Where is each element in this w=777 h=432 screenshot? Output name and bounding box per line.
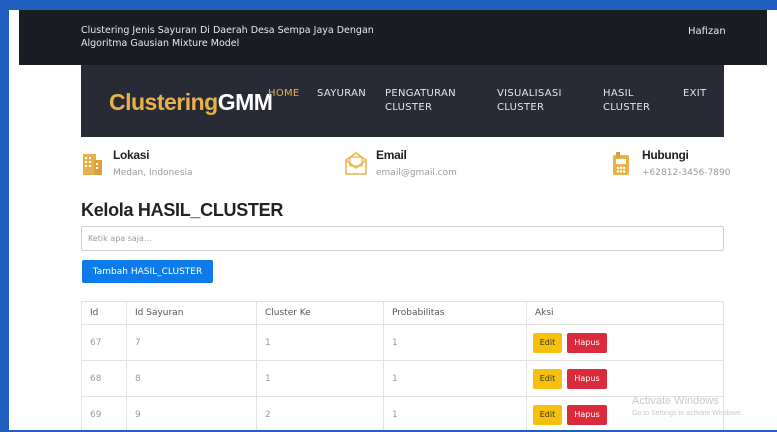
delete-button[interactable]: Hapus	[567, 368, 607, 389]
cell-probabilitas: 1	[383, 396, 527, 430]
building-icon	[81, 150, 103, 180]
info-lokasi-value: Medan, Indonesia	[113, 168, 193, 178]
edit-button[interactable]: Edit	[533, 404, 562, 425]
info-hubungi-title: Hubungi	[642, 148, 689, 162]
cell-cluster-ke: 1	[256, 360, 384, 397]
page-title: Kelola HASIL_CLUSTER	[81, 200, 284, 220]
info-email-title: Email	[376, 148, 407, 162]
activate-windows-watermark: Activate Windows Go to Settings to activ…	[632, 395, 777, 417]
envelope-icon	[344, 150, 368, 180]
column-header-id-sayuran: Id Sayuran	[126, 301, 257, 325]
cell-probabilitas: 1	[383, 324, 527, 361]
column-header-aksi: Aksi	[526, 301, 724, 325]
main-navbar: ClusteringGMM HOME SAYURAN PENGATURAN CL…	[81, 65, 724, 137]
user-name[interactable]: Hafizan	[688, 26, 726, 37]
table-header-row: Id Id Sayuran Cluster Ke Probabilitas Ak…	[81, 301, 724, 325]
watermark-subtitle: Go to Settings to activate Windows.	[632, 410, 743, 417]
phone-icon	[610, 150, 632, 180]
add-hasil-cluster-button[interactable]: Tambah HASIL_CLUSTER	[82, 260, 213, 283]
watermark-title: Activate Windows	[632, 395, 719, 407]
table-row: 69 9 2 1 Edit Hapus	[81, 396, 724, 430]
nav-exit[interactable]: EXIT	[683, 87, 706, 101]
brand-part-2: GMM	[217, 89, 273, 115]
delete-button[interactable]: Hapus	[567, 332, 607, 353]
cell-id: 68	[81, 360, 127, 397]
cell-id-sayuran: 8	[126, 360, 257, 397]
cell-id-sayuran: 9	[126, 396, 257, 430]
window-frame-left	[0, 0, 9, 432]
cell-aksi: Edit Hapus	[526, 360, 724, 397]
delete-button[interactable]: Hapus	[567, 404, 607, 425]
cell-cluster-ke: 2	[256, 396, 384, 430]
table-row: 67 7 1 1 Edit Hapus	[81, 324, 724, 361]
table-row: 68 8 1 1 Edit Hapus	[81, 360, 724, 397]
column-header-probabilitas: Probabilitas	[383, 301, 527, 325]
brand-part-1: Clustering	[109, 89, 218, 115]
hasil-cluster-table: Id Id Sayuran Cluster Ke Probabilitas Ak…	[81, 301, 724, 430]
top-bar: Clustering Jenis Sayuran Di Daerah Desa …	[19, 10, 767, 65]
cell-cluster-ke: 1	[256, 324, 384, 361]
app-title: Clustering Jenis Sayuran Di Daerah Desa …	[81, 25, 374, 49]
window-frame-top	[0, 0, 777, 10]
info-email-value: email@gmail.com	[376, 168, 457, 178]
column-header-cluster-ke: Cluster Ke	[256, 301, 384, 325]
edit-button[interactable]: Edit	[533, 368, 562, 389]
cell-id: 69	[81, 396, 127, 430]
nav-hasil-cluster[interactable]: HASIL CLUSTER	[603, 87, 663, 115]
nav-visualisasi-cluster[interactable]: VISUALISASI CLUSTER	[497, 87, 587, 115]
edit-button[interactable]: Edit	[533, 332, 562, 353]
page: Clustering Jenis Sayuran Di Daerah Desa …	[9, 10, 777, 430]
column-header-id: Id	[81, 301, 127, 325]
search-input[interactable]	[81, 226, 724, 251]
brand-logo[interactable]: ClusteringGMM	[109, 89, 273, 116]
nav-pengaturan-cluster[interactable]: PENGATURAN CLUSTER	[385, 87, 475, 115]
cell-id-sayuran: 7	[126, 324, 257, 361]
info-hubungi-value: +62812-3456-7890	[642, 168, 731, 178]
cell-probabilitas: 1	[383, 360, 527, 397]
nav-home[interactable]: HOME	[268, 87, 300, 101]
cell-id: 67	[81, 324, 127, 361]
cell-aksi: Edit Hapus	[526, 324, 724, 361]
info-lokasi-title: Lokasi	[113, 148, 150, 162]
nav-sayuran[interactable]: SAYURAN	[317, 87, 366, 101]
